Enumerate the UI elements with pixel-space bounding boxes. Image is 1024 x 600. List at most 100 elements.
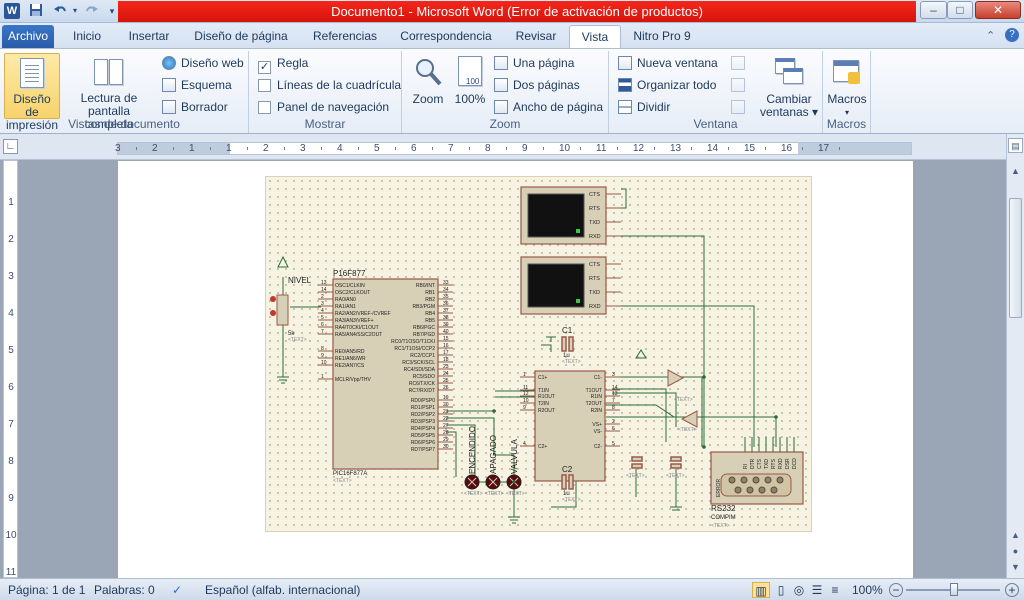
ruler-tick [543, 147, 544, 150]
new-window-label: Nueva ventana [637, 56, 718, 70]
vertical-ruler[interactable]: 1 2 3 4 5 6 7 8 9 10 11 [3, 160, 18, 578]
window-title: Documento1 - Microsoft Word (Error de ac… [118, 1, 916, 22]
minimize-ribbon-icon[interactable]: ⌃ [986, 29, 995, 42]
db9-pin-hole [752, 476, 760, 484]
undo-dropdown-icon[interactable]: ▾ [67, 3, 83, 19]
zoom-slider-thumb[interactable] [950, 583, 958, 596]
vertical-scrollbar[interactable]: ▤ ▲ ▲ ● ▼ [1006, 134, 1024, 578]
tab-archivo[interactable]: Archivo [2, 25, 54, 48]
db9-pin-hole [734, 486, 742, 494]
ruler-number: 6 [411, 143, 417, 154]
tab-vista[interactable]: Vista [569, 25, 621, 48]
outline-button[interactable]: Esquema [162, 76, 232, 95]
reset-position-icon[interactable] [731, 98, 745, 117]
arrange-all-button[interactable]: Organizar todo [618, 76, 716, 95]
proofing-icon[interactable]: ✓ [172, 582, 190, 598]
web-view-icon[interactable]: ◎ [791, 582, 807, 598]
previous-page-icon[interactable]: ▲ [1008, 528, 1023, 543]
zoom-100-icon: 100 [458, 56, 482, 88]
group-zoom: Zoom 100 100% Una página Dos páginas Anc… [402, 51, 609, 133]
split-label: Dividir [637, 100, 671, 114]
outline-view-icon[interactable]: ☰ [809, 582, 825, 598]
scroll-thumb[interactable] [1009, 198, 1022, 318]
db9-pin-hole [764, 476, 772, 484]
tab-nitro[interactable]: Nitro Pro 9 [628, 25, 696, 48]
draft-view-icon[interactable]: ≡ [827, 582, 843, 598]
max232-pin-label: VS+ [592, 422, 602, 428]
mcu-pin-number: 30 [443, 444, 449, 450]
ruler-number: 14 [707, 143, 719, 154]
zoom-in-button[interactable]: + [1005, 583, 1019, 597]
new-window-button[interactable]: Nueva ventana [618, 54, 718, 73]
web-layout-button[interactable]: Diseño web [162, 54, 244, 73]
two-pages-button[interactable]: Dos páginas [494, 76, 580, 95]
text-tag: <TEXT> [562, 359, 581, 365]
zoom-out-button[interactable]: − [889, 583, 903, 597]
tab-inicio[interactable]: Inicio [62, 25, 112, 48]
mcu-pin-label: RB5 [425, 318, 435, 324]
ruler-number: 12 [633, 143, 645, 154]
tab-selector-icon[interactable]: ∟ [3, 139, 18, 154]
horizontal-ruler[interactable]: 3 2 1 1 2 3 4 5 6 7 8 9 10 11 12 13 14 15 16 17 [115, 142, 912, 155]
terminal-pin-label: RXD [589, 234, 601, 240]
close-button[interactable]: ✕ [975, 1, 1021, 19]
maximize-button[interactable]: □ [947, 1, 973, 19]
tab-insertar[interactable]: Insertar [120, 25, 178, 48]
status-bar: Página: 1 de 1 Palabras: 0 ✓ Español (al… [0, 578, 1024, 600]
terminal-screen [527, 263, 585, 308]
page-count[interactable]: Página: 1 de 1 [8, 582, 85, 598]
mcu-pin-label: RC1/T1OSI/CCP2 [394, 346, 435, 352]
tab-revisar[interactable]: Revisar [508, 25, 564, 48]
mcu-pin-label: RC3/SCK/SCL [402, 360, 435, 366]
rs232-label: RS232 [711, 504, 736, 513]
nav-pane-checkbox[interactable]: Panel de navegación [258, 98, 389, 117]
db9-pin-hole [776, 476, 784, 484]
text-tag: <TEXT> [711, 523, 730, 529]
draft-button[interactable]: Borrador [162, 98, 228, 117]
word-count[interactable]: Palabras: 0 [94, 582, 155, 598]
mcu-pin-label: RC2/CCP1 [410, 353, 435, 359]
ruler-toggle-icon[interactable]: ▤ [1008, 138, 1023, 153]
mcu-pin-number: 10 [321, 360, 327, 366]
zoom-100-button[interactable]: 100 100% [452, 53, 488, 106]
side-by-side-icon[interactable] [731, 54, 745, 73]
redo-icon[interactable] [84, 3, 100, 19]
tab-referencias[interactable]: Referencias [305, 25, 385, 48]
max232-pin-label: R2IN [591, 408, 603, 414]
one-page-button[interactable]: Una página [494, 54, 574, 73]
schematic-image[interactable]: CTS RTS TXD RXD CTS RTS TXD RXD 13 OSC1/CLKIN 14 O… [265, 176, 812, 532]
ruler-number: 2 [152, 143, 158, 154]
print-layout-view-icon[interactable]: ▥ [752, 582, 770, 598]
terminal-pin-label: RTS [589, 276, 600, 282]
next-page-icon[interactable]: ▼ [1008, 560, 1023, 575]
ruler-check-mark: ✓ [258, 61, 271, 74]
mcu-pin-label: RA4/T0CKI/C1OUT [335, 325, 379, 331]
zoom-button[interactable]: Zoom [408, 53, 448, 106]
split-button[interactable]: Dividir [618, 98, 670, 117]
ruler-checkbox[interactable]: ✓ Regla [258, 54, 308, 74]
ruler-tick [284, 147, 285, 150]
undo-icon[interactable] [52, 3, 68, 19]
sync-scroll-icon[interactable] [731, 76, 745, 95]
save-icon[interactable] [28, 3, 44, 19]
tab-diseno-pagina[interactable]: Diseño de página [186, 25, 296, 48]
switch-windows-button[interactable]: Cambiar ventanas ▾ [759, 53, 819, 119]
full-screen-view-icon[interactable]: ▯ [773, 582, 789, 598]
minimize-button[interactable]: – [920, 1, 947, 19]
help-icon[interactable]: ? [1005, 28, 1019, 42]
text-tag: <TEXT> [333, 478, 352, 484]
page-width-button[interactable]: Ancho de página [494, 98, 603, 117]
group-vistas-documento: Diseño de impresión Lectura de pantalla … [0, 51, 249, 133]
print-layout-button[interactable]: Diseño de impresión [4, 53, 60, 132]
ruler-number: 10 [559, 143, 571, 154]
language-label[interactable]: Español (alfab. internacional) [205, 582, 360, 598]
scroll-up-icon[interactable]: ▲ [1008, 164, 1023, 179]
gridlines-check-box [258, 79, 271, 92]
gridlines-checkbox[interactable]: Líneas de la cuadrícula [258, 76, 401, 95]
zoom-level[interactable]: 100% [852, 582, 883, 598]
macros-button[interactable]: Macros ▾ [827, 53, 867, 119]
word-app-icon[interactable]: W [4, 3, 20, 19]
tab-correspondencia[interactable]: Correspondencia [392, 25, 500, 48]
browse-object-icon[interactable]: ● [1008, 544, 1023, 559]
schematic-drawing: CTSRTSTXDRXDCTSRTSTXDRXD 13 OSC1/CLKIN14 O… [270, 186, 804, 529]
